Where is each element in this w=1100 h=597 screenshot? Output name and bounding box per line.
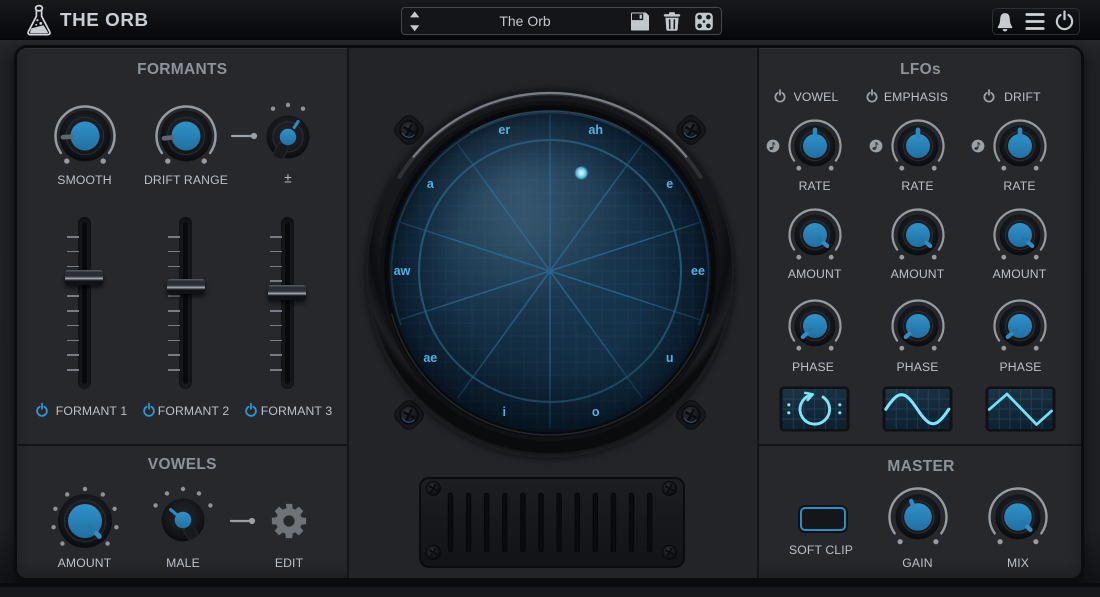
svg-text:ae: ae [423,351,437,365]
svg-text:ee: ee [691,264,705,278]
svg-text:o: o [592,405,600,419]
svg-text:e: e [666,177,673,191]
svg-text:aw: aw [394,264,411,278]
svg-text:i: i [503,405,506,419]
svg-text:ah: ah [588,123,603,137]
svg-text:a: a [427,177,435,191]
svg-text:u: u [666,351,674,365]
svg-text:er: er [498,123,510,137]
